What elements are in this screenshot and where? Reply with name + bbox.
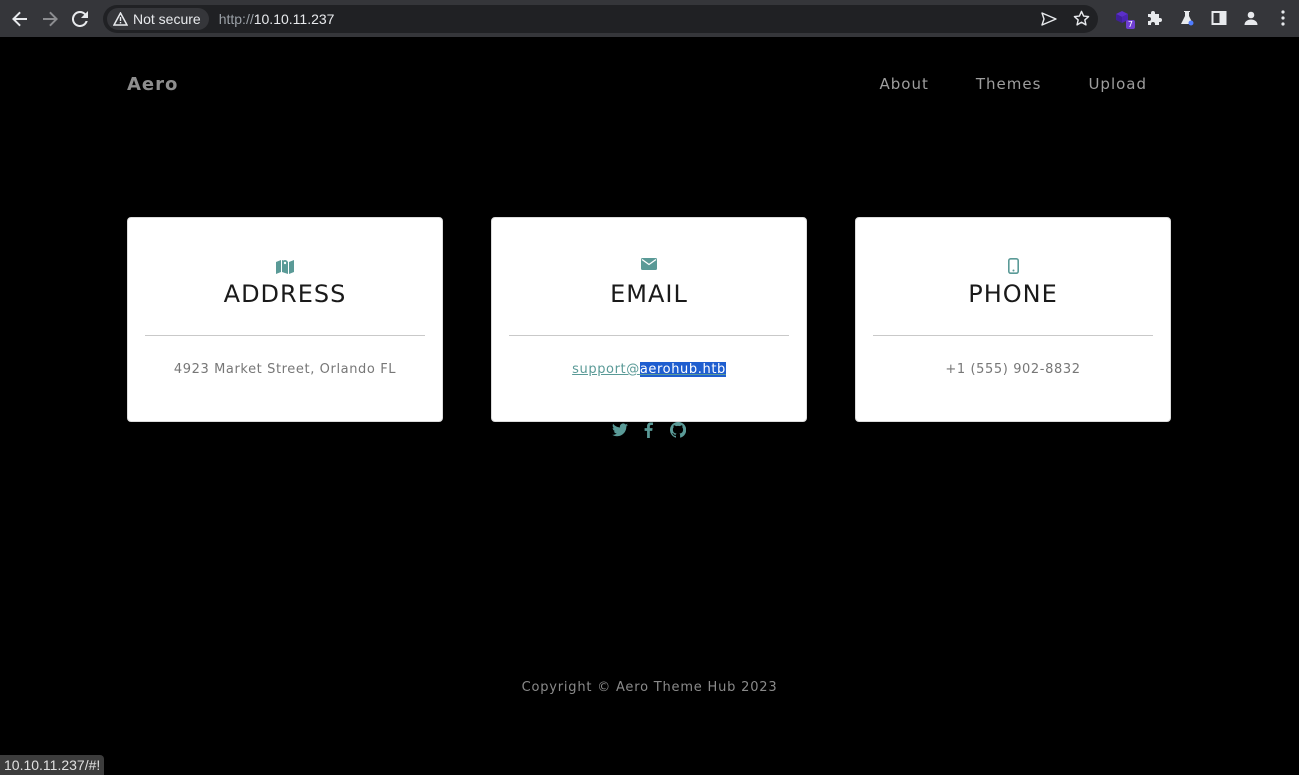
menu-button[interactable]	[1267, 3, 1299, 33]
person-icon	[1244, 11, 1258, 25]
divider	[509, 335, 789, 336]
labs-button[interactable]	[1171, 3, 1203, 33]
card-title: EMAIL	[610, 280, 688, 308]
arrow-right-icon	[43, 11, 58, 26]
url-scheme: http://	[218, 10, 254, 27]
email-text: support@aerohub.htb	[492, 362, 806, 377]
address-card: ADDRESS 4923 Market Street, Orlando FL	[127, 217, 443, 422]
card-title: PHONE	[968, 280, 1058, 308]
puzzle-icon	[1148, 11, 1162, 25]
facebook-link[interactable]	[640, 421, 657, 439]
flask-icon	[1181, 11, 1194, 26]
github-link[interactable]	[669, 421, 686, 439]
phone-text: +1 (555) 902-8832	[945, 362, 1081, 377]
extension-badge: 7	[1125, 20, 1135, 29]
email-prefix: support@	[572, 362, 640, 377]
reload-button[interactable]	[65, 4, 95, 34]
divider	[145, 335, 425, 336]
send-icon	[1041, 11, 1057, 26]
mobile-icon	[1007, 258, 1019, 274]
twitter-link[interactable]	[611, 421, 628, 439]
side-panel-button[interactable]	[1203, 3, 1235, 33]
url-host: 10.10.11.237	[253, 10, 335, 27]
nav-link-themes[interactable]: Themes	[976, 75, 1042, 93]
contact-cards: ADDRESS 4923 Market Street, Orlando FL E…	[127, 217, 1171, 422]
browser-toolbar: Not secure http://10.10.11.237 7	[0, 0, 1299, 37]
phone-card: PHONE +1 (555) 902-8832	[855, 217, 1171, 422]
nav-link-about[interactable]: About	[880, 75, 929, 93]
security-label: Not secure	[133, 10, 201, 27]
reload-icon	[72, 10, 88, 27]
forward-button[interactable]	[35, 4, 65, 34]
address-text: 4923 Market Street, Orlando FL	[173, 362, 397, 377]
extension-button-badge[interactable]: 7	[1107, 3, 1139, 33]
page-viewport: Aero About Themes Upload ADDRESS 4923 Ma…	[0, 37, 1299, 775]
facebook-icon	[644, 422, 653, 438]
map-icon	[276, 260, 294, 274]
footer-copyright: Copyright © Aero Theme Hub 2023	[521, 680, 778, 695]
send-tab-button[interactable]	[1038, 8, 1060, 30]
bookmark-button[interactable]	[1070, 8, 1092, 30]
site-navbar: Aero About Themes Upload	[127, 67, 1147, 101]
profile-button[interactable]	[1235, 3, 1267, 33]
url-text[interactable]: http://10.10.11.237	[219, 11, 335, 27]
arrow-left-icon	[12, 11, 27, 26]
email-card: EMAIL support@aerohub.htb	[491, 217, 807, 422]
envelope-icon	[641, 258, 657, 270]
security-indicator[interactable]: Not secure	[107, 7, 209, 30]
email-link[interactable]: support@aerohub.htb	[572, 362, 726, 377]
side-panel-icon	[1211, 11, 1227, 25]
brand-logo[interactable]: Aero	[127, 74, 178, 95]
selected-text: aerohub.htb	[639, 362, 726, 377]
github-icon	[669, 422, 686, 438]
divider	[873, 335, 1153, 336]
back-button[interactable]	[5, 4, 35, 34]
warning-icon	[113, 11, 128, 26]
address-bar[interactable]: Not secure http://10.10.11.237	[103, 4, 1098, 33]
extensions-button[interactable]	[1139, 3, 1171, 33]
nav-links: About Themes Upload	[880, 75, 1147, 93]
social-links	[611, 421, 686, 439]
status-bubble: 10.10.11.237/#!	[0, 755, 105, 775]
twitter-icon	[611, 423, 628, 437]
star-icon	[1073, 10, 1089, 26]
nav-link-upload[interactable]: Upload	[1088, 75, 1147, 93]
kebab-menu-icon	[1281, 10, 1285, 26]
card-title: ADDRESS	[223, 280, 347, 308]
